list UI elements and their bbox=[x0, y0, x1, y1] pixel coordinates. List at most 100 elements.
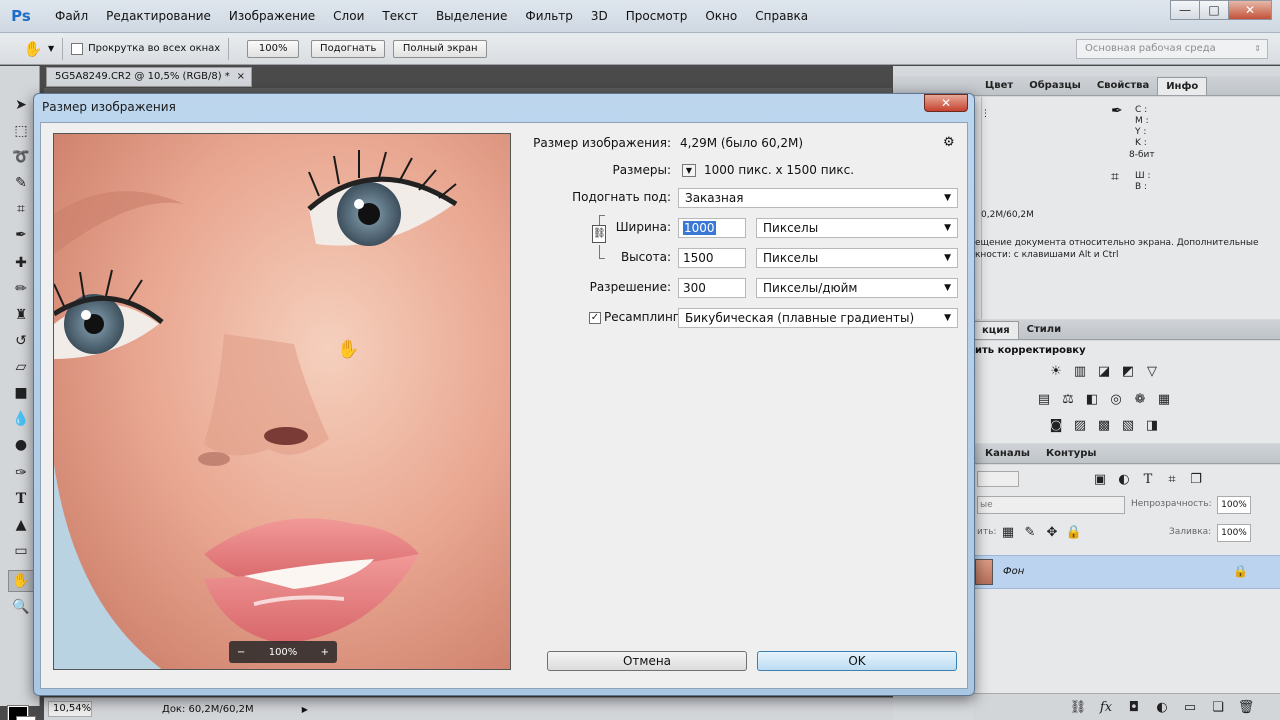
history-brush-tool-icon[interactable]: ↺ bbox=[8, 330, 34, 352]
tab-channels[interactable]: Каналы bbox=[977, 445, 1038, 463]
tool-preset-chevron-icon[interactable]: ▼ bbox=[48, 44, 54, 53]
resample-method-select[interactable]: Бикубическая (плавные градиенты) ▼ bbox=[678, 308, 958, 328]
status-zoom[interactable]: 10,54% bbox=[48, 701, 92, 717]
menu-image[interactable]: Изображение bbox=[220, 0, 324, 33]
menu-edit[interactable]: Редактирование bbox=[97, 0, 220, 33]
workspace-select[interactable]: Основная рабочая среда ⇕ bbox=[1076, 39, 1268, 59]
minimize-button[interactable]: — bbox=[1170, 0, 1200, 20]
invert-icon[interactable]: ◙ bbox=[1047, 417, 1065, 433]
levels-icon[interactable]: ▥ bbox=[1071, 363, 1089, 379]
healing-brush-tool-icon[interactable]: ✚ bbox=[8, 252, 34, 274]
tab-paths[interactable]: Контуры bbox=[1038, 445, 1104, 463]
hand-tool-active-icon[interactable]: ✋ bbox=[8, 570, 34, 592]
width-input[interactable]: 1000 bbox=[678, 218, 746, 238]
image-preview[interactable]: ✋ − 100% + bbox=[53, 133, 511, 670]
fit-screen-button[interactable]: Подогнать bbox=[311, 39, 386, 58]
full-screen-button[interactable]: Полный экран bbox=[393, 39, 488, 58]
move-tool-icon[interactable]: ➤ bbox=[8, 94, 34, 116]
crop-tool-icon[interactable]: ⌗ bbox=[8, 198, 34, 220]
new-adjustment-icon[interactable]: ◐ bbox=[1153, 699, 1171, 715]
resolution-unit-select[interactable]: Пикселы/дюйм ▼ bbox=[756, 278, 958, 298]
menu-select[interactable]: Выделение bbox=[427, 0, 516, 33]
menu-type[interactable]: Текст bbox=[373, 0, 427, 33]
photo-filter-icon[interactable]: ◎ bbox=[1107, 391, 1125, 407]
tab-styles[interactable]: Стили bbox=[1019, 321, 1069, 339]
opacity-input[interactable]: 100% bbox=[1217, 496, 1251, 514]
shape-tool-icon[interactable]: ▭ bbox=[8, 540, 34, 562]
threshold-icon[interactable]: ▩ bbox=[1095, 417, 1113, 433]
menu-file[interactable]: Файл bbox=[46, 0, 97, 33]
color-balance-icon[interactable]: ⚖ bbox=[1059, 391, 1077, 407]
zoom-100-button[interactable]: 100% bbox=[247, 39, 300, 58]
gradient-map-icon[interactable]: ▧ bbox=[1119, 417, 1137, 433]
path-select-tool-icon[interactable]: ▲ bbox=[8, 514, 34, 536]
dodge-tool-icon[interactable]: ● bbox=[8, 434, 34, 456]
filter-type-icon[interactable]: T bbox=[1139, 471, 1157, 487]
new-layer-icon[interactable]: ❏ bbox=[1209, 699, 1227, 715]
tab-swatches[interactable]: Образцы bbox=[1021, 77, 1089, 95]
zoom-out-button[interactable]: − bbox=[237, 647, 245, 658]
brush-tool-icon[interactable]: ✏ bbox=[8, 278, 34, 300]
menu-help[interactable]: Справка bbox=[746, 0, 817, 33]
scroll-all-windows-checkbox[interactable] bbox=[71, 42, 84, 55]
fill-input[interactable]: 100% bbox=[1217, 524, 1251, 542]
gradient-tool-icon[interactable]: ■ bbox=[8, 382, 34, 404]
menu-window[interactable]: Окно bbox=[696, 0, 746, 33]
filter-pixel-icon[interactable]: ▣ bbox=[1091, 471, 1109, 487]
marquee-tool-icon[interactable]: ⬚ bbox=[8, 120, 34, 142]
filter-shape-icon[interactable]: ⌗ bbox=[1163, 471, 1181, 487]
menu-3d[interactable]: 3D bbox=[582, 0, 617, 33]
blur-tool-icon[interactable]: 💧 bbox=[8, 408, 34, 430]
vibrance-icon[interactable]: ▽ bbox=[1143, 363, 1161, 379]
menu-layers[interactable]: Слои bbox=[324, 0, 373, 33]
hand-tool-icon[interactable]: ✋ bbox=[22, 38, 44, 60]
brightness-icon[interactable]: ☀ bbox=[1047, 363, 1065, 379]
menu-filter[interactable]: Фильтр bbox=[516, 0, 581, 33]
pen-tool-icon[interactable]: ✑ bbox=[8, 462, 34, 484]
background-color-swatch[interactable] bbox=[16, 716, 36, 720]
color-lookup-icon[interactable]: ▦ bbox=[1155, 391, 1173, 407]
tab-adjustments[interactable]: кция bbox=[973, 321, 1019, 339]
type-tool-icon[interactable]: T bbox=[8, 488, 34, 510]
selective-color-icon[interactable]: ◨ bbox=[1143, 417, 1161, 433]
tab-color[interactable]: Цвет bbox=[977, 77, 1021, 95]
quick-select-tool-icon[interactable]: ✎ bbox=[8, 172, 34, 194]
height-input[interactable]: 1500 bbox=[678, 248, 746, 268]
lock-all-icon[interactable]: 🔒 bbox=[1065, 524, 1083, 540]
lasso-tool-icon[interactable]: ➰ bbox=[8, 146, 34, 168]
width-unit-select[interactable]: Пикселы ▼ bbox=[756, 218, 958, 238]
layer-row-background[interactable]: Фон 🔒 bbox=[973, 555, 1280, 589]
close-window-button[interactable]: ✕ bbox=[1228, 0, 1272, 20]
curves-icon[interactable]: ◪ bbox=[1095, 363, 1113, 379]
dimensions-unit-chevron-icon[interactable]: ▼ bbox=[682, 164, 696, 177]
status-menu-arrow-icon[interactable]: ▶ bbox=[302, 705, 308, 714]
resolution-input[interactable]: 300 bbox=[678, 278, 746, 298]
tab-info[interactable]: Инфо bbox=[1157, 77, 1208, 95]
maximize-button[interactable]: □ bbox=[1199, 0, 1229, 20]
stamp-tool-icon[interactable]: ♜ bbox=[8, 304, 34, 326]
posterize-icon[interactable]: ▨ bbox=[1071, 417, 1089, 433]
eraser-tool-icon[interactable]: ▱ bbox=[8, 356, 34, 378]
dialog-close-button[interactable]: ✕ bbox=[924, 94, 968, 112]
lock-pixels-icon[interactable]: ✎ bbox=[1021, 524, 1039, 540]
delete-layer-icon[interactable]: 🗑 bbox=[1237, 699, 1255, 715]
height-unit-select[interactable]: Пикселы ▼ bbox=[756, 248, 958, 268]
filter-adjustment-icon[interactable]: ◐ bbox=[1115, 471, 1133, 487]
ok-button[interactable]: OK bbox=[757, 651, 957, 671]
eyedropper-tool-icon[interactable]: ✒ bbox=[8, 224, 34, 246]
gear-icon[interactable]: ⚙ bbox=[943, 135, 955, 150]
black-white-icon[interactable]: ◧ bbox=[1083, 391, 1101, 407]
add-mask-icon[interactable]: ◘ bbox=[1125, 699, 1143, 715]
channel-mixer-icon[interactable]: ❁ bbox=[1131, 391, 1149, 407]
new-group-icon[interactable]: ▭ bbox=[1181, 699, 1199, 715]
layer-filter-select[interactable] bbox=[977, 471, 1019, 487]
fit-to-select[interactable]: Заказная ▼ bbox=[678, 188, 958, 208]
lock-position-icon[interactable]: ✥ bbox=[1043, 524, 1061, 540]
link-layers-icon[interactable]: ⛓ bbox=[1069, 699, 1087, 715]
exposure-icon[interactable]: ◩ bbox=[1119, 363, 1137, 379]
tab-properties[interactable]: Свойства bbox=[1089, 77, 1157, 95]
blend-mode-select[interactable]: ые bbox=[977, 496, 1125, 514]
filter-smart-icon[interactable]: ❐ bbox=[1187, 471, 1205, 487]
document-tab[interactable]: 5G5A8249.CR2 @ 10,5% (RGB/8) * × bbox=[46, 67, 252, 87]
document-tab-close-icon[interactable]: × bbox=[237, 68, 245, 86]
